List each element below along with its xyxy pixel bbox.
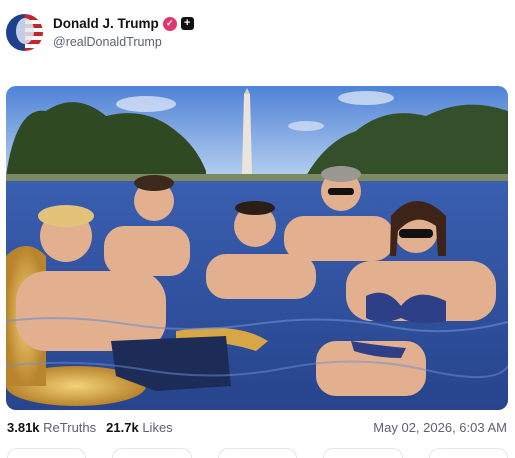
more-button[interactable]	[428, 448, 509, 458]
post-header: Donald J. Trump ✓ + @realDonaldTrump	[6, 14, 194, 51]
post-stats: 3.81k ReTruths 21.7k Likes	[7, 420, 173, 435]
post-image[interactable]	[6, 86, 508, 410]
reply-button[interactable]	[7, 448, 87, 458]
verified-badge-icon: ✓	[162, 16, 177, 31]
author-info: Donald J. Trump ✓ + @realDonaldTrump	[53, 16, 194, 49]
retruth-button[interactable]	[112, 448, 192, 458]
action-bar	[7, 448, 509, 458]
likes-count[interactable]: 21.7k Likes	[106, 420, 173, 435]
likes-label: Likes	[142, 420, 173, 435]
retruths-count[interactable]: 3.81k ReTruths	[7, 420, 96, 435]
like-button[interactable]	[217, 448, 298, 458]
display-name[interactable]: Donald J. Trump	[53, 16, 159, 31]
retruths-value: 3.81k	[7, 420, 40, 435]
likes-value: 21.7k	[106, 420, 139, 435]
post-timestamp[interactable]: May 02, 2026, 6:03 AM	[373, 420, 507, 435]
retruths-label: ReTruths	[43, 420, 97, 435]
share-button[interactable]	[323, 448, 403, 458]
user-handle[interactable]: @realDonaldTrump	[53, 35, 194, 49]
avatar[interactable]	[6, 14, 43, 51]
plus-badge-icon: +	[180, 17, 194, 30]
